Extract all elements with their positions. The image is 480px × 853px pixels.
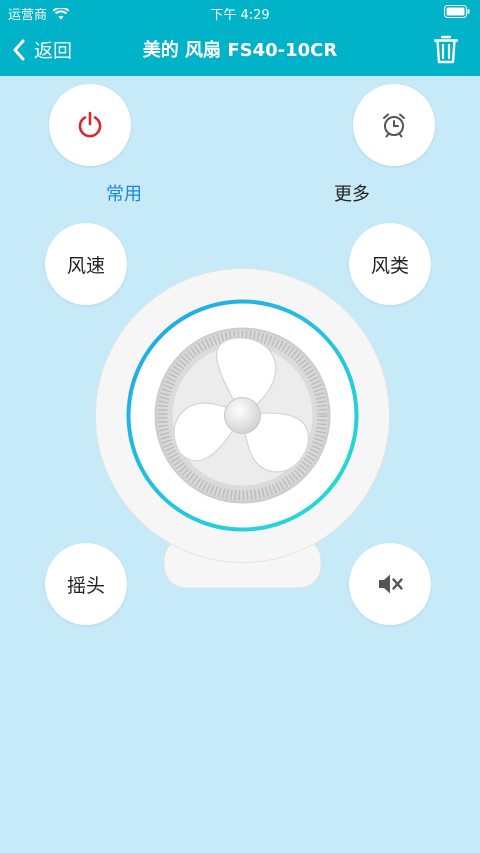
tab-more[interactable]: 更多 (334, 180, 370, 206)
power-icon (78, 111, 102, 138)
fan-icon (95, 268, 390, 589)
timer-button[interactable] (353, 84, 435, 166)
battery-icon (444, 5, 470, 18)
status-time: 下午 4:29 (210, 8, 270, 23)
tab-common[interactable]: 常用 (106, 180, 142, 206)
fan-illustration (95, 268, 390, 589)
status-bar: 运营商 下午 4:29 (0, 0, 480, 24)
alarm-clock-icon (383, 113, 405, 138)
power-button[interactable] (49, 84, 131, 166)
trash-icon[interactable] (434, 34, 458, 64)
nav-bar: 返回 美的 风扇 FS40-10CR (0, 24, 480, 76)
page-title: 美的 风扇 FS40-10CR (142, 40, 338, 61)
